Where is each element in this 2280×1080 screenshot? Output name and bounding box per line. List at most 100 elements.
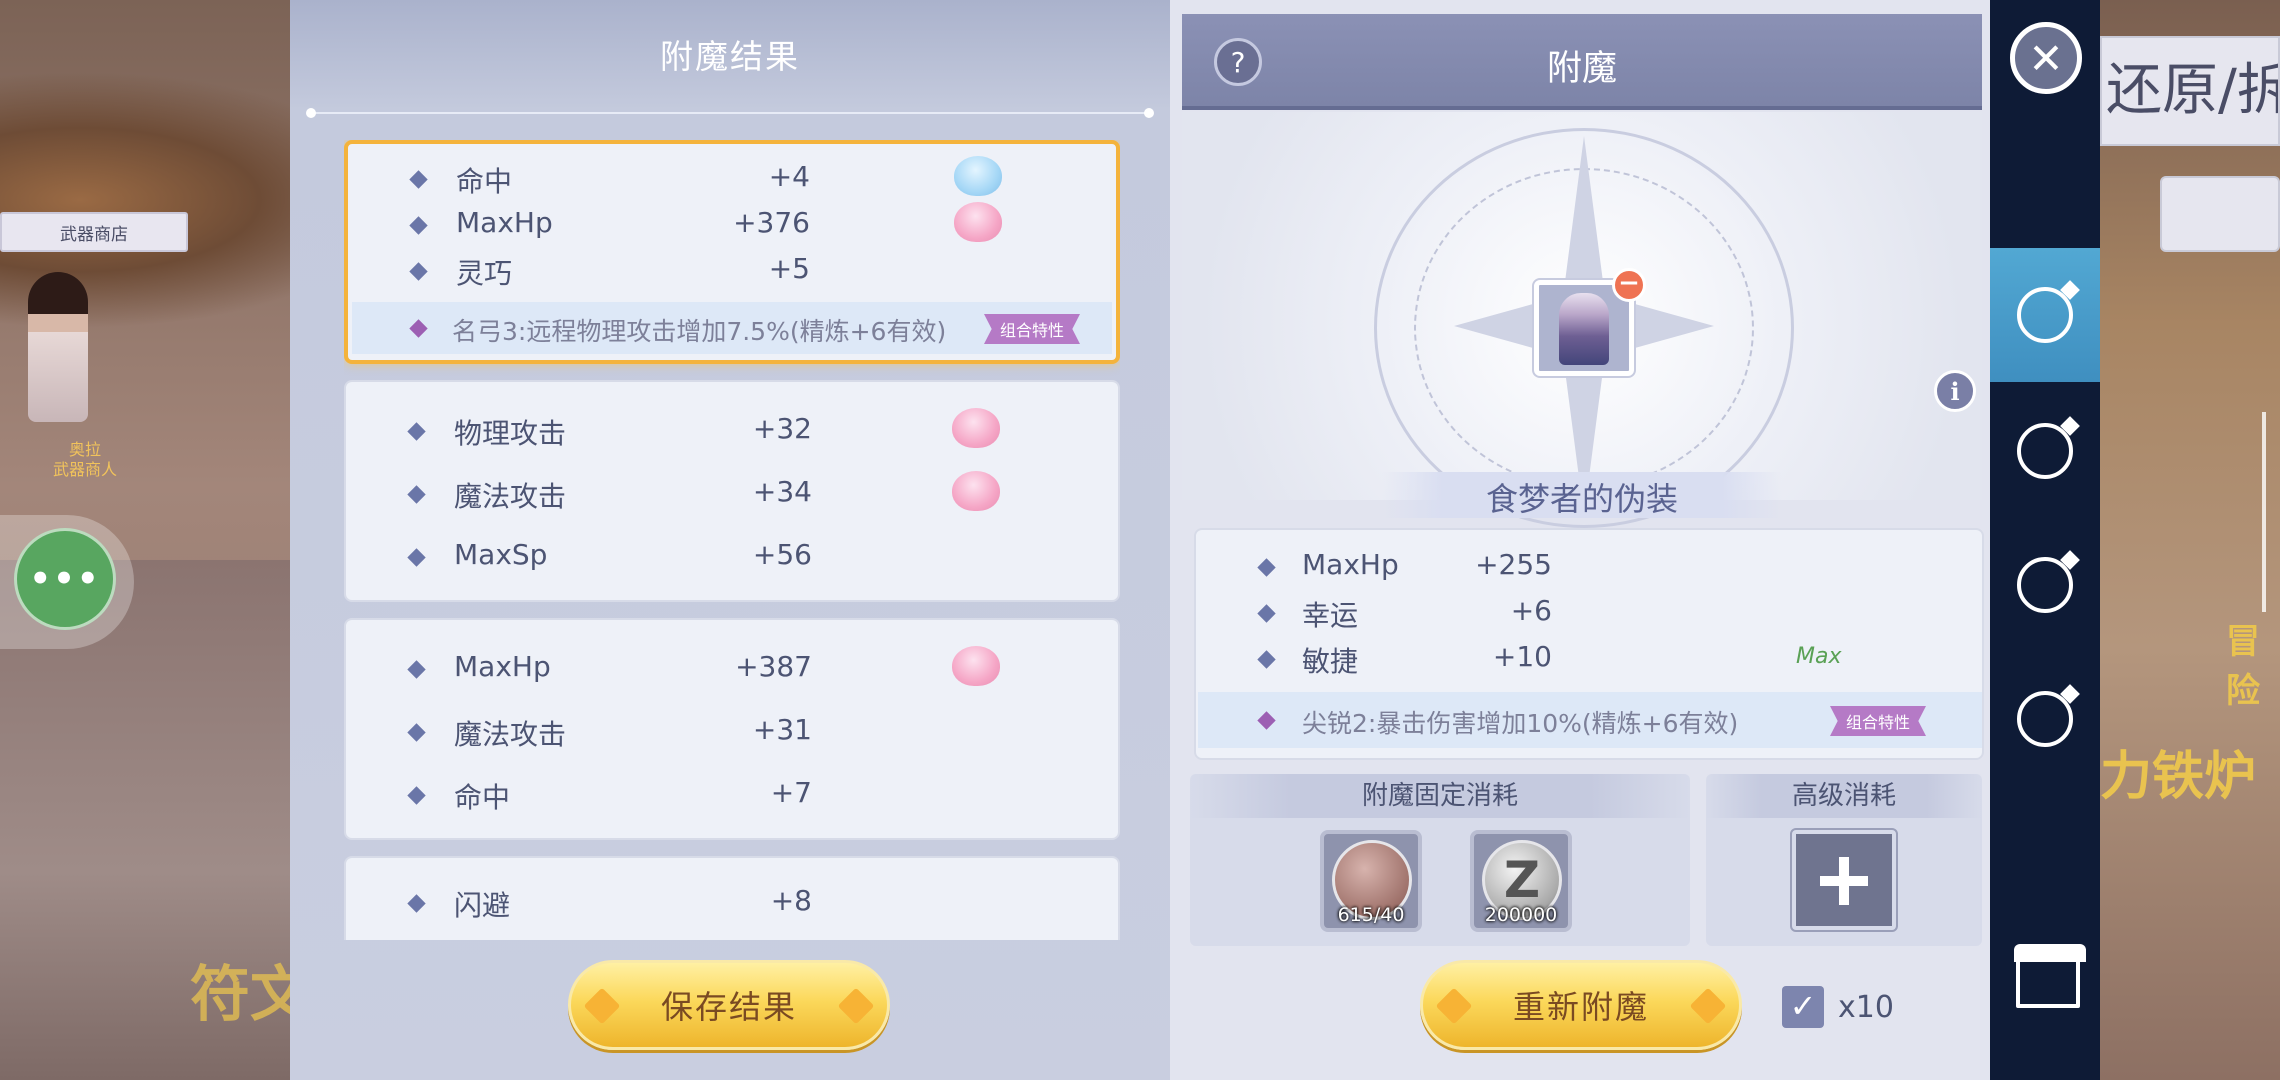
stat-row: MaxSp +56 [346, 538, 1118, 578]
nav-enchant[interactable] [1990, 248, 2100, 382]
sparkle-icon [837, 987, 875, 1025]
stat-row: 命中 +7 [346, 776, 1118, 816]
result-panel-title: 附魔结果 [660, 37, 800, 76]
enchant-list-icon [2017, 691, 2073, 747]
add-material-button[interactable] [1790, 828, 1898, 932]
stat-name: 魔法攻击 [454, 718, 567, 751]
right-banner[interactable]: 还原/拆 [2100, 36, 2280, 146]
cat-coin-slot[interactable]: 615/40 [1320, 830, 1422, 932]
stat-value: +8 [770, 884, 812, 917]
result-card-1[interactable]: 命中 +4 MaxHp +376 灵巧 +5 名弓3:远程物理攻击增加7.5%(… [344, 140, 1120, 364]
info-glyph: i [1950, 376, 1960, 406]
combo-effect-row: 尖锐2:暴击伤害增加10%(精炼+6有效) 组合特性 [1198, 692, 1982, 748]
save-result-label: 保存结果 [660, 988, 797, 1026]
batch-checkbox[interactable]: ✓ [1782, 986, 1824, 1028]
npc-character[interactable] [28, 272, 88, 422]
title-divider [306, 108, 1154, 118]
equipment-item-icon [1559, 293, 1609, 365]
sparkle-icon [1689, 987, 1727, 1025]
stat-row: 物理攻击 +32 [346, 408, 1118, 452]
bullet-icon [1257, 650, 1276, 669]
bullet-icon [1257, 558, 1276, 577]
enchant-panel: 附魔 ? − 食梦者的伪装 i MaxHp +255 幸运 +6 敏捷 +10 [1170, 0, 1990, 1080]
shop-icon[interactable] [2014, 944, 2086, 1008]
plus-icon-stem [1839, 857, 1849, 905]
stat-value: +387 [735, 650, 812, 683]
check-icon: ✓ [1789, 987, 1817, 1025]
reenchant-button[interactable]: 重新附魔 [1420, 960, 1742, 1050]
combo-bullet-icon [1257, 711, 1276, 730]
close-icon[interactable]: ✕ [2010, 22, 2082, 94]
stat-row: MaxHp +387 [346, 646, 1118, 690]
fixed-cost-title: 附魔固定消耗 [1190, 774, 1690, 818]
stat-row: 命中 +4 [348, 156, 1116, 200]
combo-tag-badge: 组合特性 [1830, 706, 1926, 736]
stat-name: 命中 [454, 781, 511, 814]
result-card-3[interactable]: MaxHp +387 魔法攻击 +31 命中 +7 [344, 618, 1120, 840]
help-glyph: ? [1230, 45, 1246, 79]
npc-name-line1: 奥拉 [68, 440, 101, 459]
current-enchant-stats: MaxHp +255 幸运 +6 敏捷 +10 Max 尖锐2:暴击伤害增加10… [1194, 528, 1984, 760]
stat-name: MaxHp [1302, 548, 1399, 581]
poring-pink-icon [952, 408, 1000, 448]
enchant-result-panel: 附魔结果 命中 +4 MaxHp +376 灵巧 +5 名弓3:远程物理攻击增加… [290, 0, 1170, 1080]
equipment-compass-area: − 食梦者的伪装 [1182, 112, 1982, 528]
combo-effect-text: 尖锐2:暴击伤害增加10%(精炼+6有效) [1302, 709, 1739, 738]
enchant-star-icon [2017, 287, 2073, 343]
bullet-icon [407, 422, 426, 441]
remove-glyph: − [1618, 268, 1640, 298]
bullet-icon [407, 485, 426, 504]
enchant-upgrade-icon [2017, 423, 2073, 479]
info-icon[interactable]: i [1934, 370, 1976, 412]
stat-name: 物理攻击 [454, 417, 567, 450]
bullet-icon [407, 548, 426, 567]
result-card-4[interactable]: 闪避 +8 [344, 856, 1120, 940]
result-card-2[interactable]: 物理攻击 +32 魔法攻击 +34 MaxSp +56 [344, 380, 1120, 602]
chat-button[interactable]: ••• [14, 528, 116, 630]
stat-row: 闪避 +8 [346, 884, 1118, 924]
bullet-icon [407, 894, 426, 913]
poring-pink-icon [952, 471, 1000, 511]
help-icon[interactable]: ? [1214, 38, 1262, 86]
stat-name: 敏捷 [1302, 645, 1359, 678]
stat-value: +6 [1510, 594, 1552, 627]
combo-bullet-icon [409, 319, 428, 338]
stat-value: +255 [1475, 548, 1552, 581]
sparkle-icon [1435, 987, 1473, 1025]
npc-name: 奥拉 武器商人 [40, 440, 130, 480]
stat-value: +5 [768, 252, 810, 285]
save-result-button[interactable]: 保存结果 [568, 960, 890, 1050]
bullet-icon [409, 170, 428, 189]
combo-effect-text: 名弓3:远程物理攻击增加7.5%(精炼+6有效) [452, 317, 947, 346]
max-badge: Max [1796, 644, 1842, 669]
item-name: 食梦者的伪装 [1485, 480, 1678, 518]
right-mini-panel[interactable] [2160, 176, 2280, 252]
close-glyph: ✕ [2028, 33, 2064, 83]
remove-item-icon[interactable]: − [1612, 268, 1646, 302]
right-scene-text: 冒险 [2226, 622, 2260, 711]
npc-name-line2: 武器商人 [52, 460, 117, 479]
right-scene-background [2100, 0, 2280, 1080]
poring-pink-icon [954, 202, 1002, 242]
advanced-cost-box: 高级消耗 [1706, 774, 1982, 946]
stat-row: 灵巧 +5 [348, 252, 1116, 292]
stat-value: +10 [1492, 640, 1552, 673]
stat-name: 魔法攻击 [454, 480, 567, 513]
stat-value: +376 [733, 206, 810, 239]
stat-value: +4 [768, 160, 810, 193]
reenchant-label: 重新附魔 [1512, 988, 1649, 1026]
nav-enchant-refresh[interactable] [1990, 518, 2100, 652]
nav-enchant-upgrade[interactable] [1990, 384, 2100, 518]
stat-row: 敏捷 +10 Max [1196, 640, 1982, 680]
bullet-icon [407, 660, 426, 679]
zeny-coin-slot[interactable]: Z 200000 [1470, 830, 1572, 932]
cat-coin-count: 615/40 [1337, 904, 1405, 926]
result-list[interactable]: 命中 +4 MaxHp +376 灵巧 +5 名弓3:远程物理攻击增加7.5%(… [344, 140, 1120, 940]
nav-enchant-list[interactable] [1990, 652, 2100, 786]
shop-sign[interactable]: 武器商店 [0, 212, 188, 252]
enchant-header: 附魔 ? [1182, 14, 1982, 110]
stat-row: MaxHp +376 [348, 202, 1116, 246]
stat-value: +34 [752, 475, 812, 508]
stat-name: 灵巧 [456, 257, 513, 290]
right-scene-title: 力铁炉 [2100, 747, 2257, 807]
